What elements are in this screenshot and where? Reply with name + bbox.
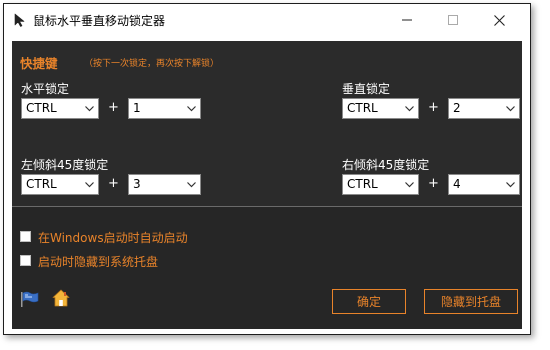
plus-sign: + <box>108 176 119 191</box>
vertical-modifier-select[interactable]: CTRL <box>342 98 419 119</box>
window-body: 快捷键 （按下一次锁定，再次按下解锁） 水平锁定 CTRL + 1 垂直锁定 C… <box>12 41 522 329</box>
close-button[interactable] <box>476 4 522 36</box>
maximize-button[interactable] <box>430 4 476 36</box>
select-value: 3 <box>133 177 141 191</box>
chevron-down-icon <box>85 106 94 112</box>
hotkey-hint: （按下一次锁定，再次按下解锁） <box>84 59 220 69</box>
tray-checkbox[interactable] <box>20 255 31 266</box>
select-value: 4 <box>453 177 461 191</box>
chevron-down-icon <box>187 106 196 112</box>
title-bar[interactable]: 鼠标水平垂直移动锁定器 <box>4 4 530 36</box>
select-value: 2 <box>453 101 461 115</box>
chevron-down-icon <box>187 182 196 188</box>
flag-icon[interactable] <box>20 291 40 307</box>
minimize-icon <box>402 19 412 21</box>
vertical-key-select[interactable]: 2 <box>448 98 520 119</box>
right-diagonal-lock-label: 右倾斜45度锁定 <box>342 158 430 172</box>
maximize-icon <box>448 15 458 25</box>
left-diagonal-key-select[interactable]: 3 <box>128 174 201 195</box>
horizontal-modifier-select[interactable]: CTRL <box>21 98 99 119</box>
chevron-down-icon <box>506 106 515 112</box>
hotkey-panel: 快捷键 （按下一次锁定，再次按下解锁） 水平锁定 CTRL + 1 垂直锁定 C… <box>12 41 522 207</box>
plus-sign: + <box>428 100 439 115</box>
right-diagonal-key-select[interactable]: 4 <box>448 174 520 195</box>
chevron-down-icon <box>405 182 414 188</box>
cursor-arrow-icon <box>14 13 25 27</box>
horizontal-lock-label: 水平锁定 <box>21 82 70 96</box>
chevron-down-icon <box>85 182 94 188</box>
select-value: 1 <box>133 101 141 115</box>
ok-button[interactable]: 确定 <box>332 289 406 314</box>
tray-checkbox-label[interactable]: 启动时隐藏到系统托盘 <box>38 253 158 270</box>
plus-sign: + <box>428 176 439 191</box>
app-window: 鼠标水平垂直移动锁定器 快捷键 （按下一次锁定，再次按下解锁） 水平锁定 CTR… <box>3 3 531 335</box>
chevron-down-icon <box>506 182 515 188</box>
hide-to-tray-button[interactable]: 隐藏到托盘 <box>424 289 518 314</box>
select-value: CTRL <box>26 177 57 191</box>
right-diagonal-modifier-select[interactable]: CTRL <box>342 174 419 195</box>
close-icon <box>493 14 505 26</box>
select-value: CTRL <box>347 101 378 115</box>
plus-sign: + <box>108 100 119 115</box>
options-panel: 在Windows启动时自动启动 启动时隐藏到系统托盘 确定 隐藏到托盘 <box>12 207 522 329</box>
window-title: 鼠标水平垂直移动锁定器 <box>33 14 166 28</box>
horizontal-key-select[interactable]: 1 <box>128 98 201 119</box>
left-diagonal-lock-label: 左倾斜45度锁定 <box>21 158 109 172</box>
startup-checkbox-label[interactable]: 在Windows启动时自动启动 <box>38 229 188 246</box>
select-value: CTRL <box>26 101 57 115</box>
vertical-lock-label: 垂直锁定 <box>342 82 391 96</box>
hotkey-title: 快捷键 <box>20 56 58 71</box>
left-diagonal-modifier-select[interactable]: CTRL <box>21 174 99 195</box>
chevron-down-icon <box>405 106 414 112</box>
startup-checkbox[interactable] <box>20 231 31 242</box>
home-icon[interactable] <box>52 289 70 307</box>
minimize-button[interactable] <box>384 4 430 36</box>
select-value: CTRL <box>347 177 378 191</box>
